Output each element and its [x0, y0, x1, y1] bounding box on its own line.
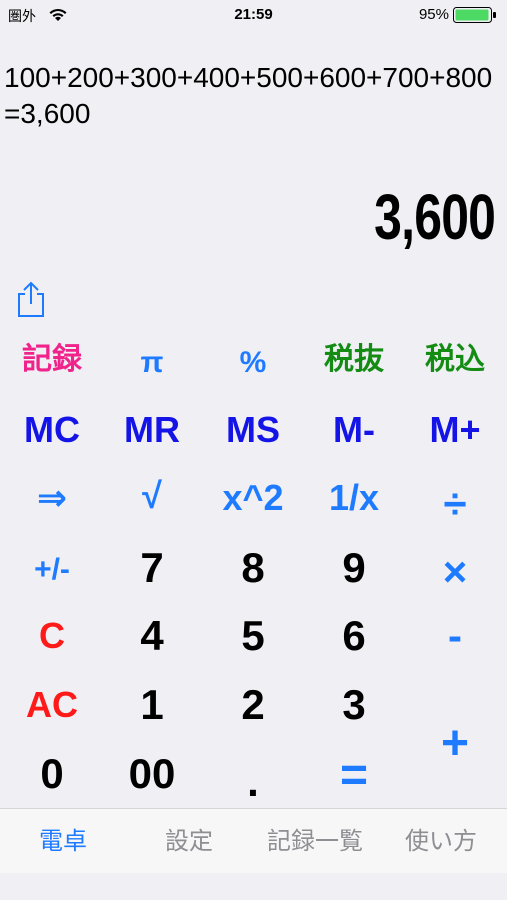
result-display: 3,600 [373, 181, 496, 253]
decimal-button[interactable]: . [203, 752, 303, 812]
digit-6-button[interactable]: 6 [304, 606, 404, 666]
plus-minus-button[interactable]: +/- [2, 540, 102, 600]
digit-7-button[interactable]: 7 [102, 538, 202, 598]
home-indicator-area [0, 873, 507, 900]
tab-settings[interactable]: 設定 [126, 809, 252, 874]
tax-include-button[interactable]: 税込 [405, 330, 505, 390]
reciprocal-button[interactable]: 1/x [304, 468, 404, 528]
digit-9-button[interactable]: 9 [304, 538, 404, 598]
memory-clear-button[interactable]: MC [2, 400, 102, 460]
tab-how-to-use[interactable]: 使い方 [378, 809, 504, 874]
percent-button[interactable]: % [203, 333, 303, 393]
memory-minus-button[interactable]: M- [304, 400, 404, 460]
sqrt-button[interactable]: √ [102, 466, 202, 526]
square-button[interactable]: x^2 [203, 468, 303, 528]
tab-bar: 電卓 設定 記録一覧 使い方 [0, 808, 507, 874]
memory-recall-button[interactable]: MR [102, 400, 202, 460]
memory-store-button[interactable]: MS [203, 400, 303, 460]
battery-percent: 95% [418, 6, 449, 23]
digit-3-button[interactable]: 3 [304, 675, 404, 735]
equals-button[interactable]: = [304, 746, 404, 806]
pi-button[interactable]: π [102, 333, 202, 393]
status-bar: 圏外 21:59 95% [0, 0, 507, 30]
tab-record-list[interactable]: 記録一覧 [252, 809, 378, 874]
arrow-button[interactable]: ⇒ [2, 468, 102, 528]
battery-icon [453, 7, 496, 23]
multiply-button[interactable]: × [405, 542, 505, 602]
digit-0-button[interactable]: 0 [2, 744, 102, 804]
tax-exclude-button[interactable]: 税抜 [304, 330, 404, 390]
digit-4-button[interactable]: 4 [102, 606, 202, 666]
digit-5-button[interactable]: 5 [203, 606, 303, 666]
double-zero-button[interactable]: 00 [102, 744, 202, 804]
share-icon[interactable] [15, 280, 47, 318]
tab-calculator[interactable]: 電卓 [0, 809, 126, 874]
digit-1-button[interactable]: 1 [102, 675, 202, 735]
expression-display: 100+200+300+400+500+600+700+800=3,600 [4, 62, 493, 129]
digit-2-button[interactable]: 2 [203, 675, 303, 735]
digit-8-button[interactable]: 8 [203, 538, 303, 598]
plus-button[interactable]: + [405, 714, 505, 774]
minus-button[interactable]: - [405, 606, 505, 666]
memory-plus-button[interactable]: M+ [405, 400, 505, 460]
divide-button[interactable]: ÷ [405, 474, 505, 534]
clear-button[interactable]: C [2, 606, 102, 666]
all-clear-button[interactable]: AC [2, 675, 102, 735]
record-button[interactable]: 記録 [2, 330, 102, 390]
